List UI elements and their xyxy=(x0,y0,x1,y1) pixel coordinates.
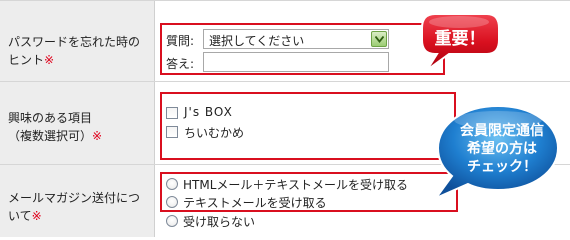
radio-label-html-text-mail: HTMLメール＋テキストメールを受け取る xyxy=(183,178,409,192)
question-select-value: 選択してください xyxy=(209,34,305,48)
chevron-down-icon[interactable] xyxy=(371,31,387,47)
member-notice-line3: チェック！ xyxy=(467,159,537,175)
interests-label-line1: 興味のある項目 xyxy=(8,111,93,125)
required-mark: ※ xyxy=(92,129,103,143)
radio-label-text-mail: テキストメールを受け取る xyxy=(183,196,327,210)
newsletter-label-cell: メールマガジン送付につ いて※ xyxy=(0,165,155,237)
newsletter-label-line1: メールマガジン送付につ xyxy=(8,191,141,205)
important-badge: 重要！ xyxy=(419,10,501,72)
password-hint-label-line1: パスワードを忘れた時の xyxy=(8,35,141,49)
password-hint-label-line2: ヒント※ xyxy=(8,53,55,67)
question-label: 質問: xyxy=(166,34,195,48)
radio-no-mail[interactable] xyxy=(166,215,178,227)
radio-html-text-mail[interactable] xyxy=(166,178,178,190)
answer-label: 答え: xyxy=(166,57,195,71)
checkbox-label-chiimukame: ちいむかめ xyxy=(184,126,245,140)
password-hint-label-cell: パスワードを忘れた時の ヒント※ xyxy=(0,1,155,81)
checkbox-chiimukame[interactable] xyxy=(166,126,178,138)
radio-label-no-mail: 受け取らない xyxy=(183,215,256,229)
radio-text-mail[interactable] xyxy=(166,196,178,208)
member-notice-line2: 希望の方は xyxy=(467,141,537,157)
member-notice-line1: 会員限定通信 xyxy=(460,123,544,139)
answer-input[interactable] xyxy=(203,52,389,72)
required-mark: ※ xyxy=(31,209,42,223)
important-badge-text: 重要！ xyxy=(434,29,486,49)
interests-label-cell: 興味のある項目 （複数選択可）※ xyxy=(0,82,155,164)
interests-label-line2: （複数選択可）※ xyxy=(8,129,103,143)
required-mark: ※ xyxy=(44,53,55,67)
checkbox-js-box[interactable] xyxy=(166,107,178,119)
checkbox-label-js-box: J's BOX xyxy=(184,105,233,119)
member-notice-badge: 会員限定通信 希望の方は チェック！ xyxy=(432,100,562,201)
newsletter-label-line2: いて※ xyxy=(8,209,42,223)
question-select[interactable]: 選択してください xyxy=(203,29,389,49)
